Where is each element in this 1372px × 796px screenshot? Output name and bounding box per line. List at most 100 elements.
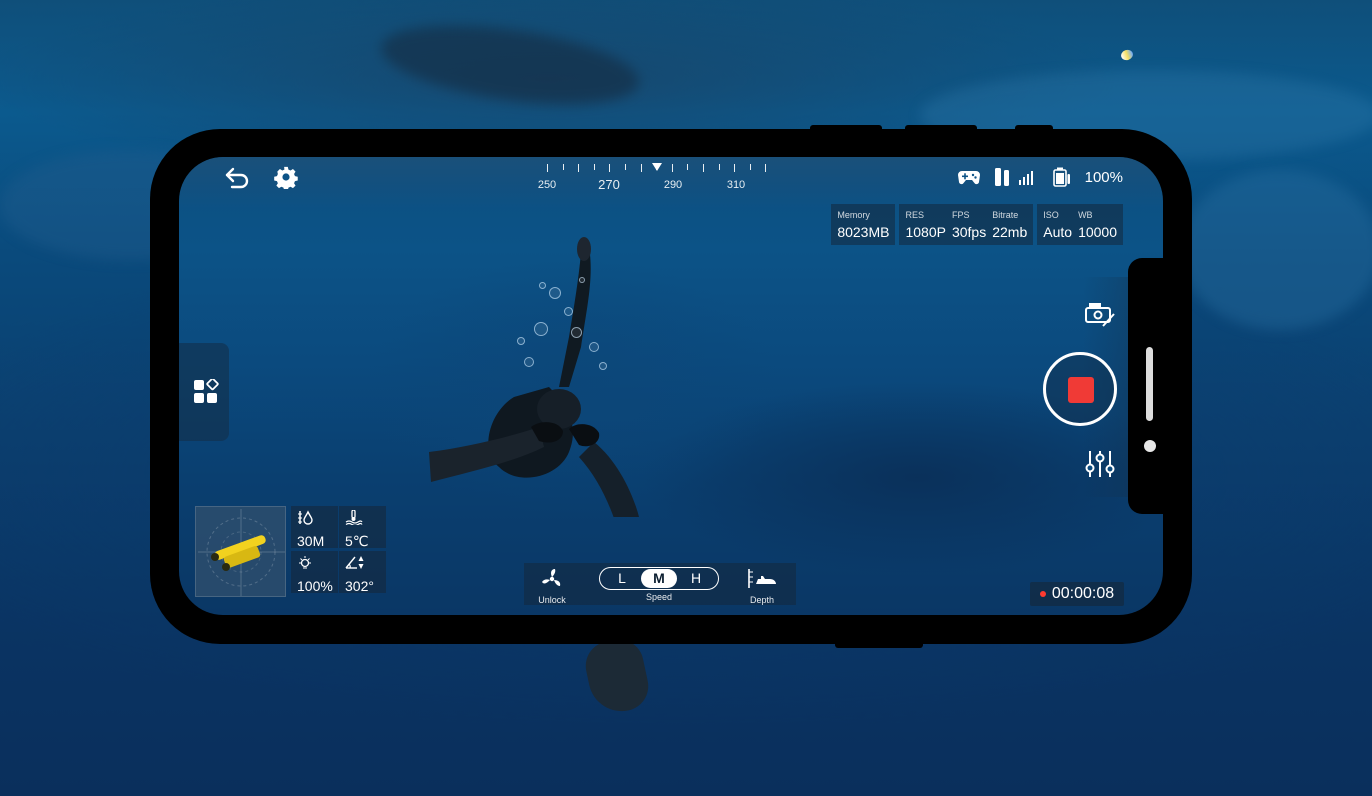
white-balance-info: WB 10000 [1078, 210, 1117, 240]
bitrate-info: Bitrate 22mb [992, 210, 1027, 240]
recording-indicator-dot [1039, 591, 1046, 597]
depth-hold-icon [748, 569, 776, 588]
compass-tick [562, 164, 564, 170]
speed-caption: Speed [639, 592, 679, 602]
white-balance-value: 10000 [1078, 224, 1117, 240]
speed-selector[interactable]: L M H [599, 567, 719, 590]
water-highlight-right [1180, 170, 1372, 330]
signal-strength-icon [994, 168, 1033, 186]
light-value: 100% [297, 578, 333, 594]
speed-option-low[interactable]: L [604, 569, 640, 588]
fps-info: FPS 30fps [952, 210, 986, 240]
compass-tick [718, 164, 720, 170]
compass-tick [703, 164, 704, 172]
bubble [539, 282, 546, 289]
drone-attitude-view [195, 506, 286, 597]
telemetry-panel: 30M 5℃ 100% 302° [291, 506, 386, 594]
bubble [571, 327, 582, 338]
adjustment-sliders-icon[interactable] [1085, 449, 1115, 479]
compass-label: 290 [663, 179, 683, 191]
bubble [579, 277, 585, 283]
drone-model [198, 509, 285, 596]
battery-icon [1052, 167, 1070, 187]
compass-tick [765, 164, 767, 172]
temperature-value: 5℃ [345, 533, 369, 549]
phone-front-camera [1144, 440, 1156, 452]
gear-icon[interactable] [274, 165, 298, 189]
bubble [524, 357, 534, 367]
compass-label: 310 [726, 179, 746, 191]
unlock-button[interactable]: Unlock [538, 568, 566, 605]
compass-tick [609, 164, 611, 172]
heading-value: 302° [345, 578, 374, 594]
depth-label: Depth [749, 595, 775, 605]
phone-speaker [1146, 347, 1153, 421]
white-balance-label: WB [1078, 210, 1093, 220]
recording-time: 00:00:08 [1051, 585, 1115, 602]
fps-value: 30fps [951, 224, 987, 240]
battery-percentage: 100% [1084, 168, 1123, 186]
water-temperature-icon [345, 509, 363, 527]
bubble [589, 342, 599, 352]
light-telemetry: 100% [291, 551, 338, 594]
heading-angle-icon [345, 556, 364, 569]
iso-value: Auto [1043, 224, 1073, 240]
compass-tick [656, 164, 658, 170]
stop-icon [1068, 377, 1094, 403]
light-sparkle [1119, 48, 1135, 62]
diver-foot-outside-frame [581, 634, 653, 718]
camera-switch-icon[interactable] [1083, 300, 1117, 328]
light-bulb-icon [299, 556, 311, 569]
bubble [564, 307, 573, 316]
compass-label: 250 [537, 179, 557, 191]
back-icon[interactable] [224, 165, 252, 191]
heading-telemetry: 302° [339, 551, 386, 594]
compass-tick [687, 164, 689, 170]
speed-option-high[interactable]: H [678, 569, 714, 588]
resolution-label: RES [905, 210, 924, 220]
compass-heading-bar: 250 270 290 310 [537, 161, 769, 197]
resolution-value: 1080P [905, 224, 946, 240]
left-menu-tab[interactable] [179, 343, 229, 441]
bubble [534, 322, 548, 336]
depth-hold-button[interactable]: Depth [746, 568, 778, 605]
memory-info: Memory 8023MB [837, 210, 889, 240]
memory-value: 8023MB [837, 224, 890, 240]
memory-label: Memory [837, 210, 870, 220]
camera-info-panel: Memory 8023MB RES 1080P FPS 30fps Bitrat… [831, 204, 1123, 245]
iso-label: ISO [1043, 210, 1059, 220]
compass-tick [578, 164, 580, 172]
surface-reflection [376, 12, 644, 118]
video-settings-box[interactable]: RES 1080P FPS 30fps Bitrate 22mb [899, 204, 1034, 245]
compass-tick [547, 164, 548, 172]
bitrate-value: 22mb [992, 224, 1028, 240]
speed-option-medium[interactable]: M [641, 569, 677, 588]
bubble [517, 337, 525, 345]
compass-tick [625, 164, 626, 170]
recording-timer: 00:00:08 [1030, 582, 1124, 606]
compass-label: 270 [598, 177, 620, 192]
compass-tick [671, 164, 673, 172]
apps-grid-icon[interactable] [193, 379, 219, 405]
memory-box: Memory 8023MB [831, 204, 896, 245]
depth-telemetry: 30M [291, 506, 338, 549]
status-bar: 100% [957, 167, 1123, 187]
temperature-telemetry: 5℃ [339, 506, 386, 549]
compass-tick [593, 164, 595, 170]
propeller-icon [542, 569, 561, 586]
bubble [549, 287, 561, 299]
depth-value: 30M [297, 533, 325, 549]
gamepad-icon [957, 171, 980, 185]
drone-body-icon [211, 535, 266, 571]
exposure-settings-box[interactable]: ISO Auto WB 10000 [1037, 204, 1123, 245]
app-screen: 250 270 290 310 100% Memory 8023MB RES 1… [179, 157, 1163, 615]
resolution-info: RES 1080P [905, 210, 945, 240]
compass-tick [640, 164, 642, 172]
compass-tick [734, 164, 736, 172]
bottom-control-bar: Unlock L M H Speed Depth [524, 563, 796, 605]
record-stop-button[interactable] [1043, 352, 1117, 426]
diver-video-feed [429, 237, 639, 517]
speed-label: Speed [645, 592, 673, 602]
depth-gauge-icon [298, 510, 313, 525]
compass-tick [749, 164, 751, 170]
